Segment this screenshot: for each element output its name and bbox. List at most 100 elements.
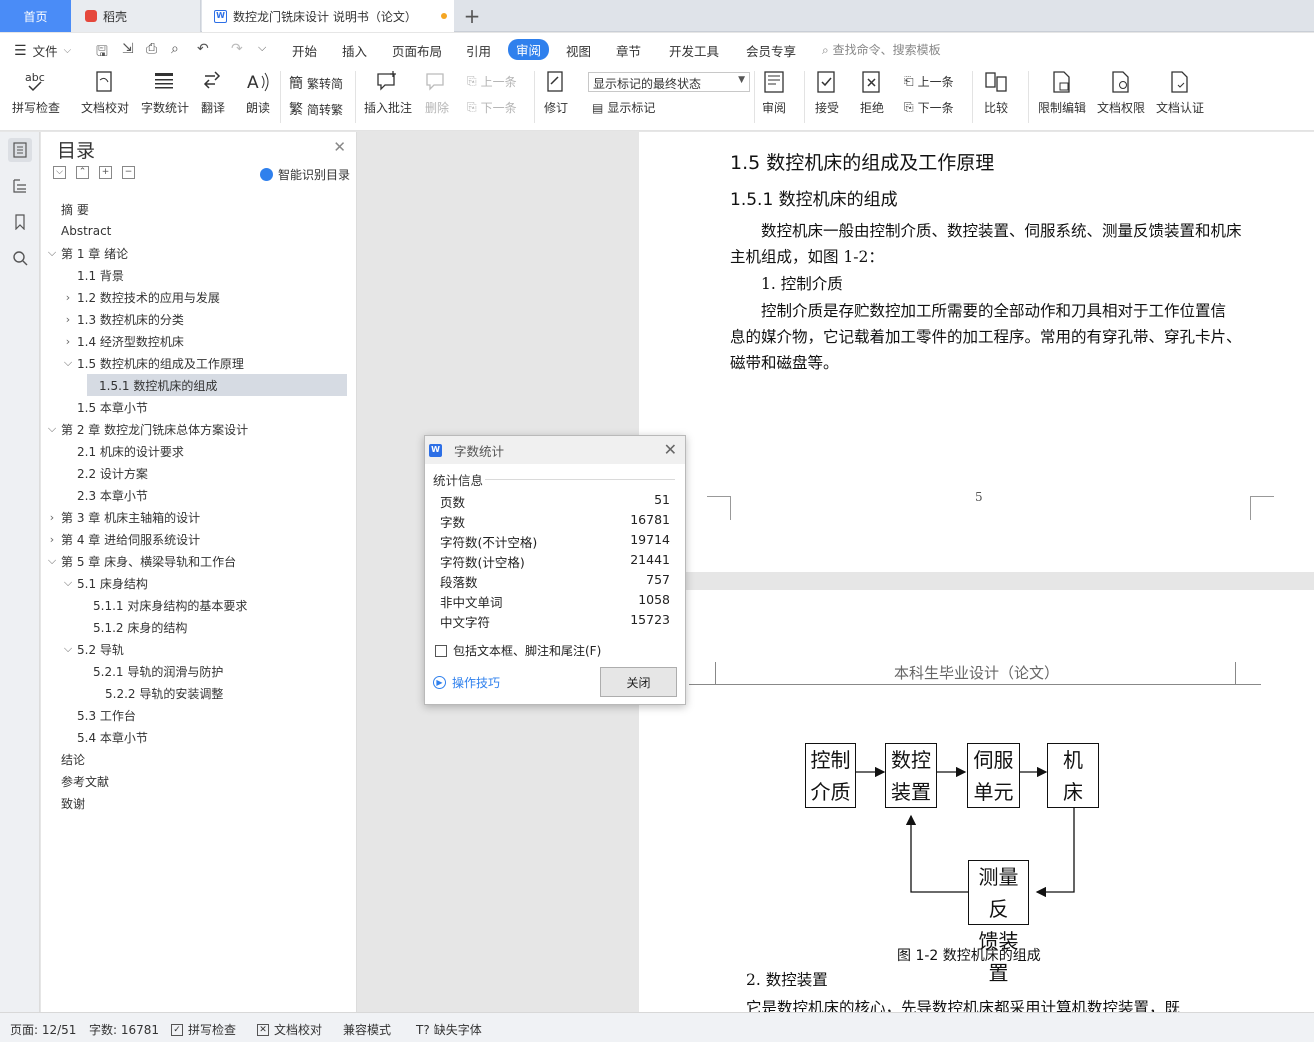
toc-item[interactable]: Abstract: [41, 220, 351, 242]
menu-developer[interactable]: 开发工具: [669, 41, 719, 60]
toc-item[interactable]: › 1.3 数控机床的分类: [41, 308, 351, 330]
spell-check-button[interactable]: abc 拼写检查: [12, 69, 60, 116]
toc-item[interactable]: ⌵ 1.5 数控机床的组成及工作原理: [41, 352, 351, 374]
close-icon[interactable]: ✕: [333, 138, 346, 156]
page-indicator[interactable]: 页面: 12/51: [10, 1021, 76, 1038]
prev-change-button[interactable]: ⎗ 上一条: [904, 73, 954, 90]
menu-insert[interactable]: 插入: [342, 41, 367, 60]
insert-comment-button[interactable]: 插入批注: [364, 69, 412, 116]
file-menu[interactable]: ☰ 文件 ⌵: [14, 41, 71, 60]
show-markup-button[interactable]: ▤ 显示标记: [592, 99, 655, 116]
toc-item[interactable]: 5.3 工作台: [41, 704, 351, 726]
toc-item[interactable]: ⌵ 第 2 章 数控龙门铣床总体方案设计: [41, 418, 351, 440]
status-doc-proof[interactable]: ✕ 文档校对: [257, 1021, 322, 1038]
undo-icon[interactable]: ↶: [197, 41, 209, 57]
review-pane-button[interactable]: 审阅: [761, 69, 787, 116]
next-comment-button[interactable]: ⎘ 下一条: [467, 99, 517, 116]
toc-item[interactable]: 摘 要: [41, 198, 351, 220]
toc-item[interactable]: 致谢: [41, 792, 351, 814]
toc-item[interactable]: 1.1 背景: [41, 264, 351, 286]
toc-item[interactable]: › 第 3 章 机床主轴箱的设计: [41, 506, 351, 528]
restrict-edit-button[interactable]: 限制编辑: [1038, 69, 1086, 116]
word-count-button[interactable]: 字数统计: [141, 69, 189, 116]
doc-permission-button[interactable]: 文档权限: [1097, 69, 1145, 116]
toc-item[interactable]: 参考文献: [41, 770, 351, 792]
toc-item[interactable]: 1.5.1 数控机床的组成: [87, 374, 347, 396]
toc-item[interactable]: 5.1.1 对床身结构的基本要求: [41, 594, 351, 616]
chevron-down-icon[interactable]: ⌵: [45, 422, 59, 436]
smart-toc-button[interactable]: 智能识别目录: [259, 166, 350, 183]
status-spell-check[interactable]: ✓ 拼写检查: [171, 1021, 236, 1038]
redo-icon[interactable]: ↷: [231, 41, 243, 57]
translate-button[interactable]: 翻译: [200, 69, 226, 116]
read-aloud-button[interactable]: A 朗读: [245, 69, 271, 116]
toc-item[interactable]: 1.5 本章小节: [41, 396, 351, 418]
chevron-down-icon[interactable]: ⌵: [61, 642, 75, 656]
menu-review[interactable]: 审阅: [508, 39, 550, 60]
chevron-down-icon[interactable]: ⌵: [61, 576, 75, 590]
toc-item[interactable]: ⌵ 5.1 床身结构: [41, 572, 351, 594]
doc-proof-button[interactable]: 文档校对: [81, 69, 129, 116]
menu-start[interactable]: 开始: [292, 41, 317, 60]
bookmark-icon[interactable]: [8, 210, 32, 234]
toc-item[interactable]: 2.1 机床的设计要求: [41, 440, 351, 462]
toc-item[interactable]: 5.2.2 导轨的安装调整: [41, 682, 351, 704]
missing-font-button[interactable]: T? 缺失字体: [416, 1021, 482, 1038]
toc-item[interactable]: ⌵ 第 1 章 绪论: [41, 242, 351, 264]
tips-link[interactable]: ▶ 操作技巧: [433, 674, 500, 691]
collapse-minus-icon[interactable]: −: [122, 166, 135, 179]
doc-auth-button[interactable]: 文档认证: [1156, 69, 1204, 116]
menu-view[interactable]: 视图: [566, 41, 591, 60]
expand-plus-icon[interactable]: +: [99, 166, 112, 179]
trad-to-simp-button[interactable]: 簡 繁转简: [289, 73, 343, 93]
collapse-down-icon[interactable]: ⌵: [53, 166, 66, 179]
collapse-up-icon[interactable]: ⌃: [76, 166, 89, 179]
menu-page-layout[interactable]: 页面布局: [392, 41, 442, 60]
toc-item[interactable]: 2.2 设计方案: [41, 462, 351, 484]
accept-button[interactable]: 接受: [814, 69, 840, 116]
print-preview-icon[interactable]: ⌕: [171, 41, 179, 57]
command-search[interactable]: ⌕ 查找命令、搜索模板: [822, 41, 941, 58]
chevron-right-icon[interactable]: ›: [61, 291, 75, 304]
quick-access-more-icon[interactable]: ⌵: [258, 41, 266, 55]
toc-item[interactable]: ⌵ 第 5 章 床身、横梁导轨和工作台: [41, 550, 351, 572]
print-icon[interactable]: ⎙: [146, 41, 157, 57]
chevron-down-icon[interactable]: ⌵: [45, 246, 59, 260]
simp-to-trad-button[interactable]: 繁 简转繁: [289, 99, 343, 119]
toc-item[interactable]: 结论: [41, 748, 351, 770]
markup-state-select[interactable]: 显示标记的最终状态 ▼: [588, 72, 750, 92]
compare-button[interactable]: 比较: [983, 69, 1009, 116]
chevron-down-icon[interactable]: ⌵: [61, 356, 75, 370]
new-tab-button[interactable]: +: [462, 0, 482, 32]
chapter-nav-icon[interactable]: [8, 174, 32, 198]
toc-item[interactable]: 5.2.1 导轨的润滑与防护: [41, 660, 351, 682]
tab-document[interactable]: W 数控龙门铣床设计 说明书（论文）: [202, 0, 454, 32]
chevron-right-icon[interactable]: ›: [45, 533, 59, 546]
checkbox-box[interactable]: [435, 644, 447, 657]
tab-home[interactable]: 首页: [0, 0, 71, 32]
dialog-titlebar[interactable]: W 字数统计 ✕: [425, 436, 685, 464]
menu-chapter[interactable]: 章节: [616, 41, 641, 60]
include-textbox-checkbox[interactable]: 包括文本框、脚注和尾注(F): [435, 642, 601, 659]
toc-item[interactable]: ⌵ 5.2 导轨: [41, 638, 351, 660]
export-icon[interactable]: ⇲: [122, 41, 134, 57]
chevron-right-icon[interactable]: ›: [61, 335, 75, 348]
reject-button[interactable]: 拒绝: [859, 69, 885, 116]
save-icon[interactable]: 🖫: [96, 41, 108, 65]
toc-item[interactable]: 5.1.2 床身的结构: [41, 616, 351, 638]
next-change-button[interactable]: ⎘ 下一条: [904, 99, 954, 116]
chevron-down-icon[interactable]: ⌵: [45, 554, 59, 568]
search-icon[interactable]: [8, 246, 32, 270]
toc-item[interactable]: 2.3 本章小节: [41, 484, 351, 506]
chevron-right-icon[interactable]: ›: [45, 511, 59, 524]
menu-member[interactable]: 会员专享: [746, 41, 796, 60]
toc-item[interactable]: › 第 4 章 进给伺服系统设计: [41, 528, 351, 550]
close-icon[interactable]: ✕: [664, 440, 677, 459]
toc-item[interactable]: › 1.4 经济型数控机床: [41, 330, 351, 352]
menu-reference[interactable]: 引用: [466, 41, 491, 60]
toc-item[interactable]: 5.4 本章小节: [41, 726, 351, 748]
revise-button[interactable]: 修订: [543, 69, 569, 116]
chevron-right-icon[interactable]: ›: [61, 313, 75, 326]
toc-item[interactable]: › 1.2 数控技术的应用与发展: [41, 286, 351, 308]
close-button[interactable]: 关闭: [600, 667, 677, 697]
